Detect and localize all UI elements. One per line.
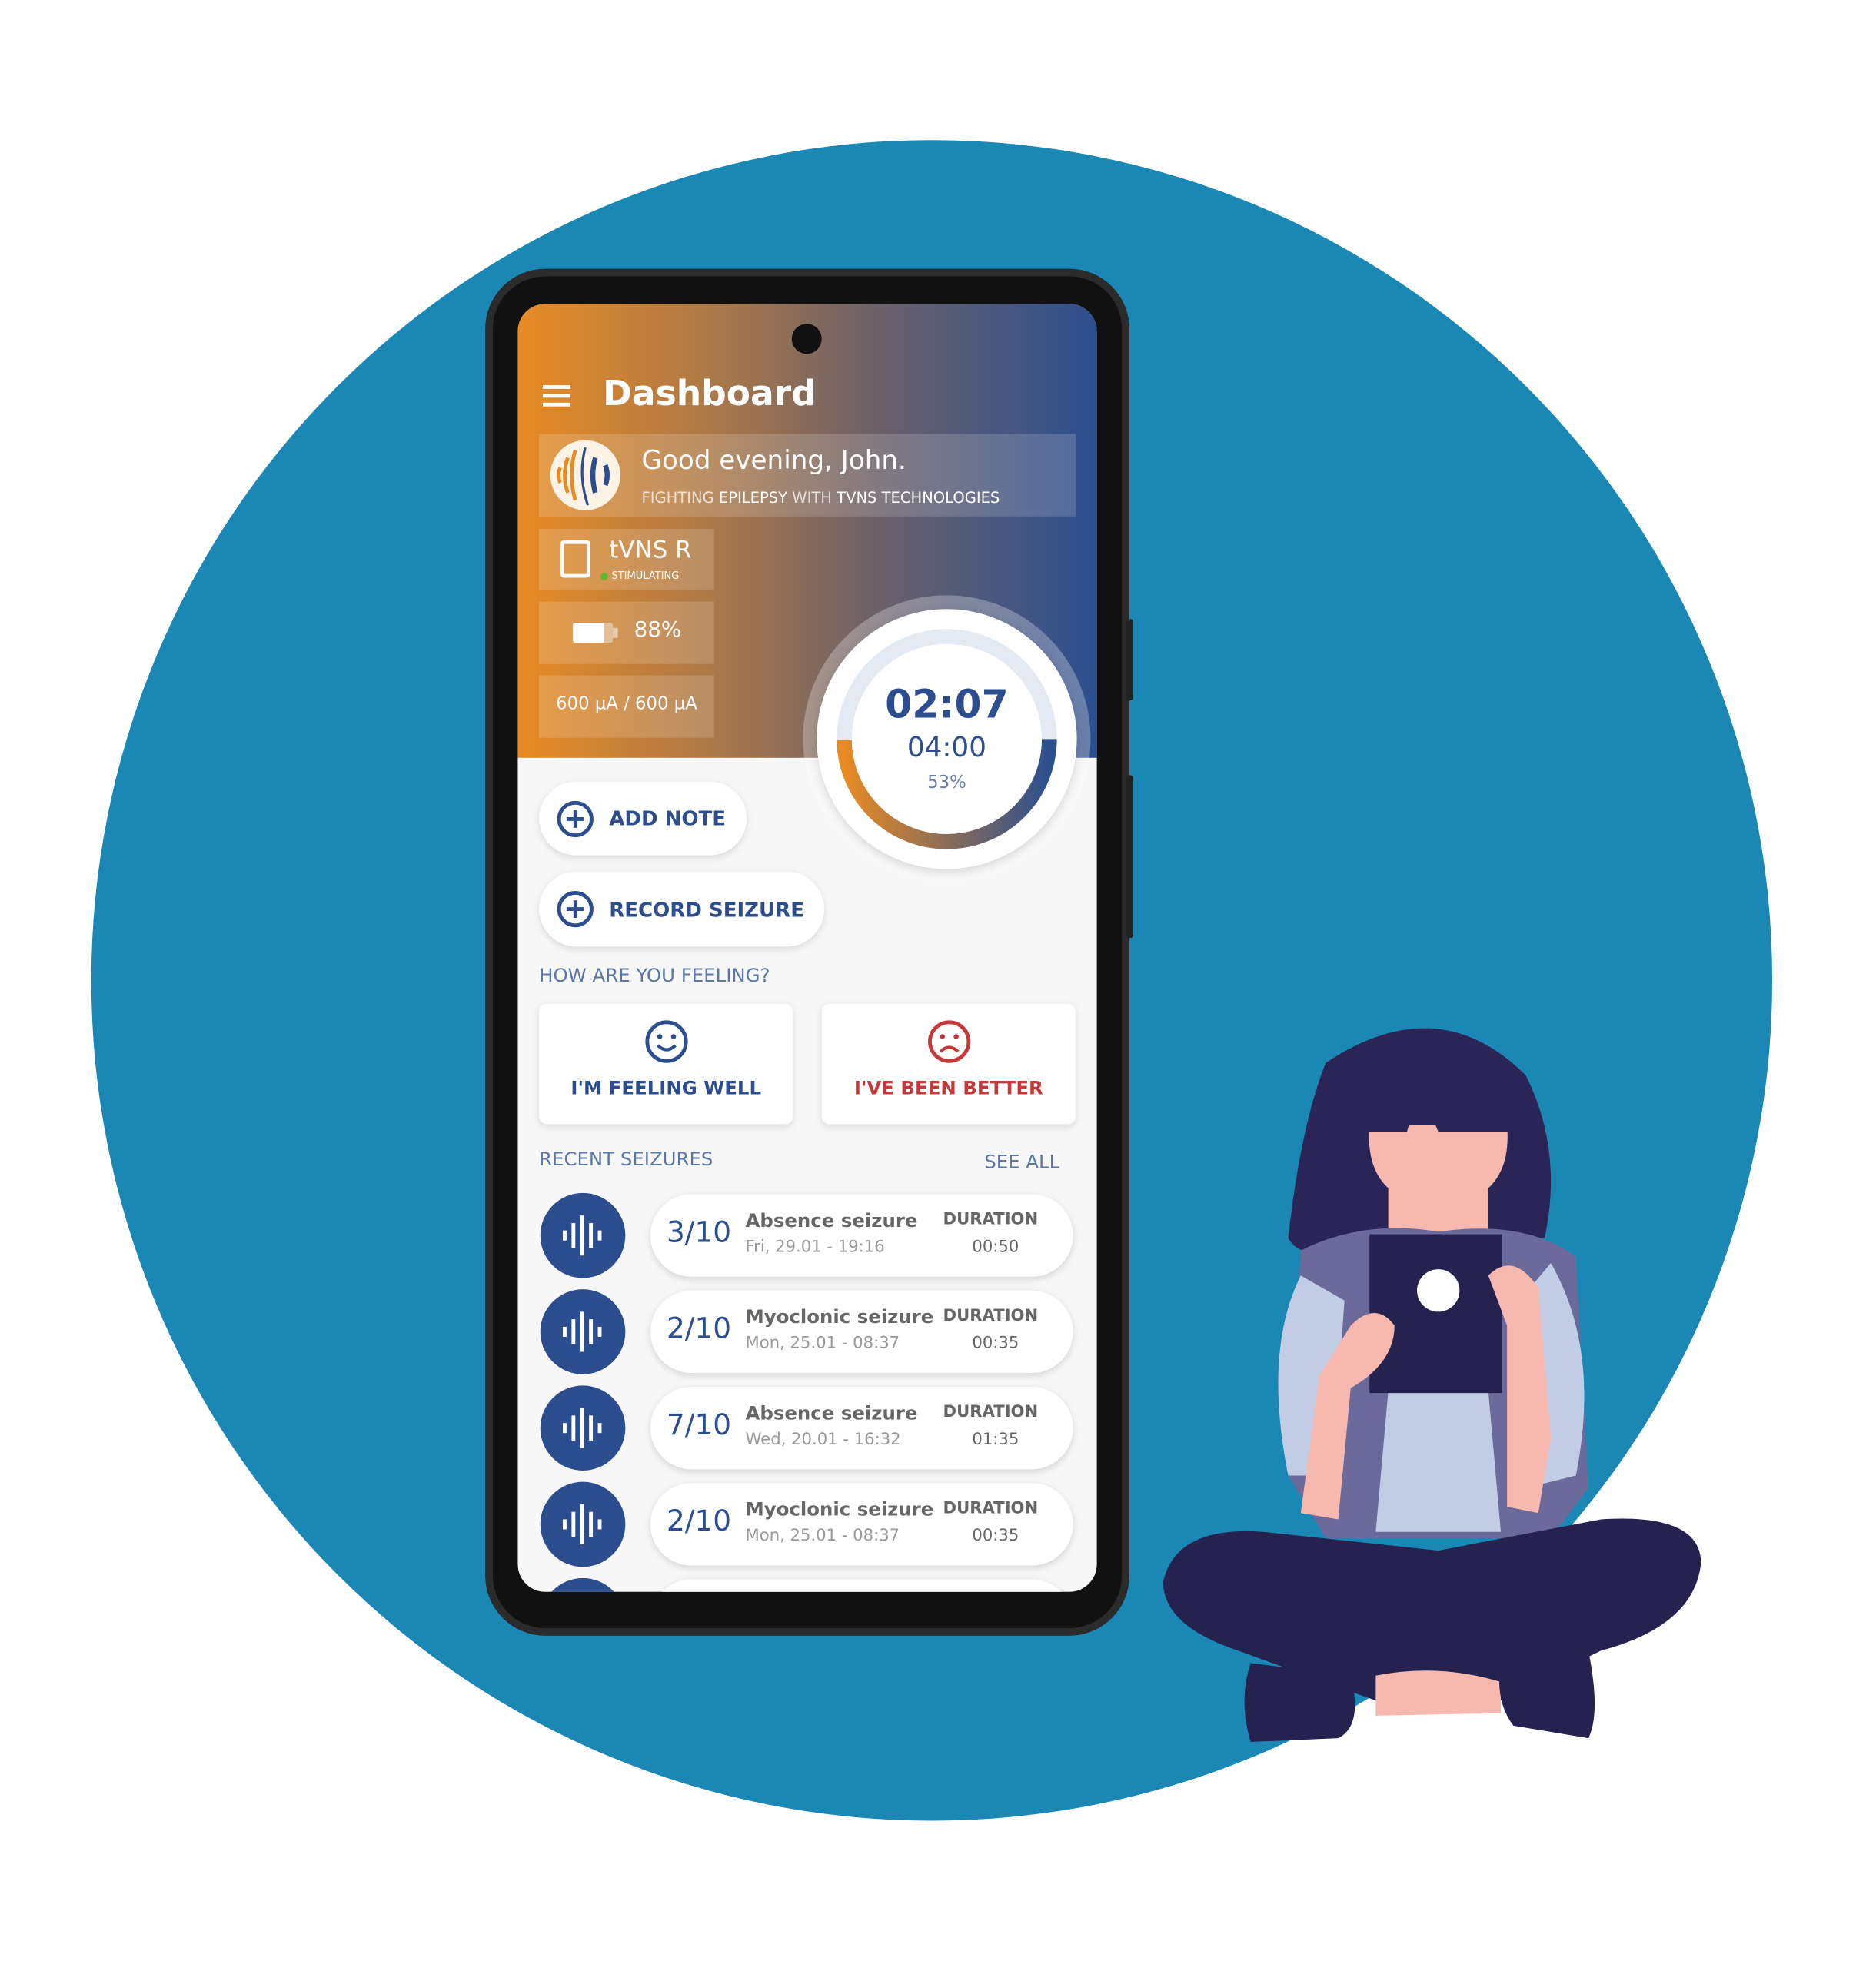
status-dot-icon [600,573,608,580]
greeting-text: Good evening, John. [641,445,906,476]
feeling-bad-label: I'VE BEEN BETTER [853,1076,1043,1099]
seizure-wave-icon [540,1192,626,1278]
seizure-wave-icon [540,1289,626,1374]
seizure-date: Fri, 29.01 - 19:16 [745,1238,885,1257]
record-seizure-button[interactable]: RECORD SEIZURE [539,871,824,947]
page-title: Dashboard [603,372,817,414]
woman-illustration [1151,1013,1714,1763]
seizure-severity: 2/10 [667,1313,732,1346]
seizure-severity: 2/10 [667,1505,732,1538]
device-name: tVNS R [609,536,692,564]
seizure-date: Mon, 25.01 - 08:37 [745,1334,900,1354]
seizure-card: 2/10 Myoclonic seizure Mon, 25.01 - 08:3… [650,1290,1073,1374]
battery-level: 88% [634,617,682,643]
seizure-type: Myoclonic seizure [745,1497,934,1521]
seizure-wave-icon [540,1385,626,1471]
seizure-row[interactable]: 2/10 Myoclonic seizure Mon, 25.01 - 08:3… [540,1481,1073,1568]
seizure-severity: 3/10 [667,1216,732,1250]
seizure-row[interactable]: 2/10 Myoclonic seizure Mon, 25.01 - 08:3… [540,1288,1073,1376]
device-icon [560,540,590,578]
duration-value: 00:50 [972,1238,1019,1257]
plus-circle-icon [557,891,594,928]
duration-value: 00:35 [972,1527,1019,1546]
seizure-date: Mon, 25.01 - 08:37 [745,1527,900,1546]
seizure-date: Wed, 20.01 - 16:32 [745,1430,901,1450]
greeting-subtitle: FIGHTING EPILEPSY WITH TVNS TECHNOLOGIES [641,489,1000,507]
seizure-type: Myoclonic seizure [745,1305,934,1328]
timer-elapsed: 02:07 [885,683,1009,728]
brand-logo [550,440,620,510]
duration-value: 01:35 [972,1430,1019,1450]
feeling-heading: HOW ARE YOU FEELING? [539,964,770,987]
record-seizure-label: RECORD SEIZURE [609,897,804,922]
phone-screen: Dashboard Good evening, John. FIGHTING E… [517,304,1097,1592]
seizure-severity: 7/10 [667,1409,732,1442]
seizure-row-partial [540,1577,1073,1592]
battery-tip [613,627,618,638]
battery-icon [573,623,614,643]
recent-seizures-heading: RECENT SEIZURES [539,1148,713,1171]
subtitle-part: EPILEPSY [718,489,788,507]
current-value: 600 µA / 600 µA [556,693,697,714]
hamburger-icon[interactable] [542,385,570,406]
feeling-well-button[interactable]: I'M FEELING WELL [539,1004,793,1125]
device-status: STIMULATING [611,570,680,582]
battery-card: 88% [539,601,714,664]
seizure-type: Absence seizure [745,1209,918,1232]
subtitle-part: TVNS TECHNOLOGIES [837,489,1000,507]
timer-total: 04:00 [906,733,986,764]
seizure-wave-icon [540,1481,626,1567]
frown-icon [927,1020,970,1063]
see-all-link[interactable]: SEE ALL [984,1151,1059,1173]
subtitle-part: WITH [787,489,837,507]
add-note-label: ADD NOTE [609,806,727,831]
current-card: 600 µA / 600 µA [539,675,714,738]
phone-power-button [1126,619,1133,700]
seizure-row[interactable]: 7/10 Absence seizure Wed, 20.01 - 16:32 … [540,1384,1073,1472]
add-note-button[interactable]: ADD NOTE [539,781,747,856]
seizure-card: 7/10 Absence seizure Wed, 20.01 - 16:32 … [650,1387,1073,1470]
seizure-row[interactable]: 3/10 Absence seizure Fri, 29.01 - 19:16 … [540,1192,1073,1279]
stimulation-timer: 02:07 04:00 53% [803,595,1091,883]
feeling-bad-button[interactable]: I'VE BEEN BETTER [821,1004,1076,1125]
seizure-icon [540,1577,626,1592]
seizure-card: 3/10 Absence seizure Fri, 29.01 - 19:16 … [650,1194,1073,1277]
timer-percent: 53% [927,773,966,793]
duration-label: DURATION [943,1306,1039,1326]
feeling-well-label: I'M FEELING WELL [570,1076,761,1099]
duration-label: DURATION [943,1499,1039,1518]
subtitle-part: FIGHTING [641,489,719,507]
duration-label: DURATION [943,1403,1039,1422]
greeting-card: Good evening, John. FIGHTING EPILEPSY WI… [539,434,1076,517]
stage: Dashboard Good evening, John. FIGHTING E… [0,0,1876,1981]
camera-icon [791,324,822,354]
phone-volume-button [1126,775,1133,939]
seizure-card: 2/10 Myoclonic seizure Mon, 25.01 - 08:3… [650,1483,1073,1566]
seizure-type: Absence seizure [745,1401,918,1424]
plus-circle-icon [557,800,594,837]
device-card[interactable]: tVNS R STIMULATING [539,529,714,590]
duration-label: DURATION [943,1210,1039,1230]
smile-icon [644,1020,687,1063]
duration-value: 00:35 [972,1334,1019,1354]
